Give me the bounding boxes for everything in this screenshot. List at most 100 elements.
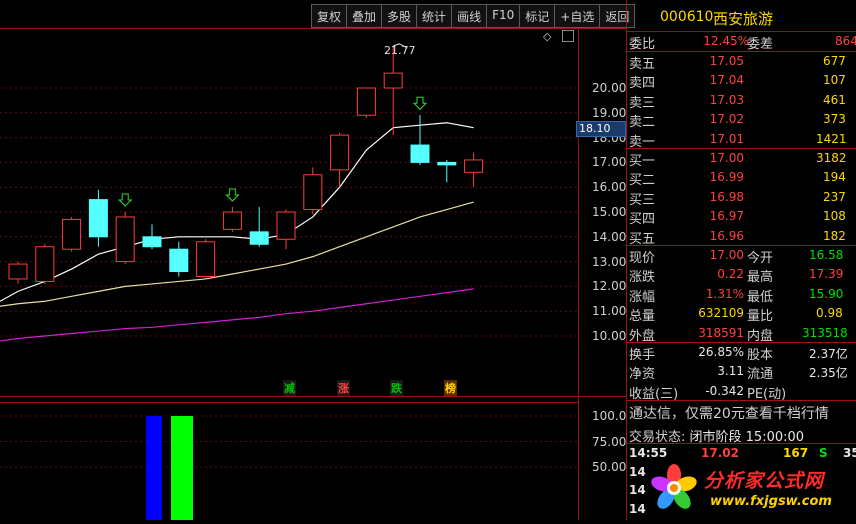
bid-row[interactable]: 买一 17.00 3182 [627, 149, 856, 169]
toolbar-button-f10[interactable]: F10 [487, 5, 521, 27]
candle-body[interactable] [196, 241, 216, 277]
high-price-annotation: 21.77 [384, 44, 416, 57]
ask-row[interactable]: 卖四 17.04 107 [627, 71, 856, 92]
toolbar-button-multi-stock[interactable]: 多股 [382, 5, 418, 27]
bid-label: 买一 [629, 154, 656, 169]
candle-body[interactable] [437, 161, 457, 166]
stat-value: 17.00 [709, 248, 744, 262]
toolbar-button-overlay[interactable]: 叠加 [347, 5, 383, 27]
candle-body[interactable] [464, 159, 484, 173]
bid-row[interactable]: 买五 16.96 182 [627, 227, 856, 247]
event-marker-rise[interactable]: 涨 [337, 380, 350, 396]
ask-volume: 677 [823, 54, 846, 68]
fin-row: 净资 3.11 流通 2.35亿 [627, 362, 856, 383]
upgrade-notice[interactable]: 通达信，仅需20元查看千档行情 [629, 403, 829, 423]
toolbar-button-add-favorite[interactable]: +自选 [555, 5, 601, 27]
watermark-logo: 分析家公式网 www.fxjgsw.com [646, 458, 856, 520]
candle-body[interactable] [303, 174, 323, 211]
bid-price: 16.96 [709, 228, 744, 243]
ask-row[interactable]: 卖五 17.05 677 [627, 52, 856, 72]
buy-signal-arrow-icon [117, 193, 133, 207]
ask-row[interactable]: 卖一 17.01 1421 [627, 130, 856, 150]
stock-code: 000610 [660, 9, 714, 25]
ask-label: 卖四 [629, 76, 656, 92]
watermark-title: 分析家公式网 [704, 470, 825, 492]
candle-body[interactable] [115, 216, 135, 263]
candle-body[interactable] [222, 211, 242, 230]
tick-time: 14 [629, 501, 646, 516]
bid-volume: 237 [823, 189, 846, 204]
fin-value: -0.342 [705, 383, 744, 398]
bid-price: 16.99 [709, 170, 744, 185]
candle-body[interactable] [410, 144, 430, 163]
weibi-value: 12.45% [703, 34, 749, 48]
stat-value: 313518 [802, 325, 848, 340]
candlestick-chart[interactable] [0, 28, 578, 396]
diamond-icon[interactable]: ◇ [543, 30, 551, 43]
price-axis-label: 11.00 [592, 304, 627, 319]
candle-body[interactable] [35, 246, 55, 282]
candle-body[interactable] [276, 211, 296, 240]
divider [627, 443, 856, 444]
price-axis-label: 10.00 [592, 329, 627, 343]
candle-body[interactable] [8, 263, 28, 280]
weibi-row: 委比 12.45% 委差 864 [627, 32, 856, 52]
bid-label: 买四 [629, 212, 656, 228]
volume-bar[interactable] [146, 416, 162, 520]
toolbar-button-mark[interactable]: 标记 [520, 5, 556, 27]
ask-label: 卖五 [629, 57, 656, 72]
stat-label: 最低 [747, 289, 774, 305]
toolbar-button-statistics[interactable]: 统计 [417, 5, 453, 27]
candle-body[interactable] [62, 218, 82, 250]
watermark-url: www.fxjgsw.com [710, 494, 832, 509]
candle-body[interactable] [169, 248, 189, 273]
event-marker-fall[interactable]: 跌 [390, 380, 403, 396]
price-axis-label: 14.00 [592, 229, 627, 244]
candle-body[interactable] [330, 134, 350, 171]
stat-value: 318591 [698, 325, 744, 340]
stat-label: 今开 [747, 251, 774, 266]
stat-label: 涨幅 [629, 289, 656, 305]
stat-value: 0.98 [816, 306, 843, 321]
volume-bar[interactable] [171, 416, 193, 520]
candle-body[interactable] [356, 87, 376, 116]
tick-time: 14 [629, 464, 646, 479]
chart-settings-icon[interactable] [562, 30, 574, 42]
ask-price: 17.04 [709, 73, 744, 88]
ask-price: 17.05 [709, 54, 744, 68]
price-axis-label: 17.00 [592, 155, 627, 170]
bid-row[interactable]: 买二 16.99 194 [627, 168, 856, 188]
stat-value: 17.39 [809, 267, 844, 282]
event-marker-reduce[interactable]: 减 [283, 380, 296, 396]
stat-row: 总量 632109 量比 0.98 [627, 304, 856, 325]
stock-name: 西安旅游 [713, 10, 774, 28]
current-price-tag: 18.10 [576, 121, 626, 137]
stat-row: 现价 17.00 今开 16.58 [627, 246, 856, 266]
candle-body[interactable] [88, 199, 108, 238]
ask-row[interactable]: 卖三 17.03 461 [627, 91, 856, 111]
price-axis-label: 20.00 [592, 81, 627, 95]
bid-label: 买三 [629, 192, 656, 208]
chart-toolbar: 复权 叠加 多股 统计 画线 F10 标记 +自选 返回 [311, 4, 636, 28]
fin-label: 换手 [629, 348, 656, 363]
fin-value: 2.37亿 [809, 347, 848, 361]
bid-row[interactable]: 买四 16.97 108 [627, 207, 856, 228]
price-axis-label: 19.00 [592, 105, 627, 120]
ask-row[interactable]: 卖二 17.02 373 [627, 110, 856, 130]
candle-body[interactable] [249, 231, 269, 245]
candle-body[interactable] [142, 236, 162, 248]
toolbar-button-fuquan[interactable]: 复权 [312, 5, 348, 27]
tick-time: 14 [629, 483, 646, 497]
volume-axis-label: 50.00 [592, 460, 627, 474]
volume-axis-label: 75.00 [592, 435, 627, 449]
volume-chart[interactable] [0, 403, 578, 520]
candle-body[interactable] [383, 72, 403, 89]
bid-row[interactable]: 买三 16.98 237 [627, 188, 856, 208]
stat-label: 外盘 [629, 328, 656, 344]
stock-header: 000610 西安旅游 [627, 6, 856, 30]
fin-label: PE(动) [747, 386, 787, 402]
toolbar-button-draw-line[interactable]: 画线 [452, 5, 488, 27]
stat-label: 量比 [747, 309, 774, 325]
event-marker-rank[interactable]: 榜 [444, 380, 457, 396]
fin-label: 流通 [747, 367, 774, 383]
